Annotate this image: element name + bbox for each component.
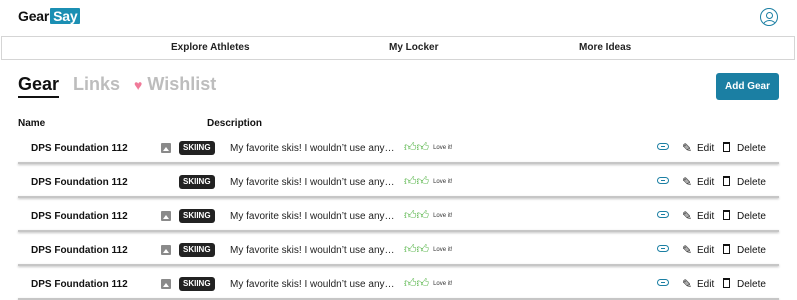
- row-divider: [18, 264, 779, 266]
- table-row[interactable]: DPS Foundation 112 SKIING My favorite skis…: [0, 202, 797, 232]
- reaction: 👍︎👍︎ Love it!: [404, 242, 452, 257]
- link-icon[interactable]: [657, 177, 669, 184]
- thumbs-up-icon: 👍︎👍︎: [404, 208, 430, 222]
- row-divider: [18, 196, 779, 198]
- delete-button[interactable]: Delete: [737, 177, 766, 188]
- gear-description: My favorite skis! I wouldn’t use any…: [230, 177, 395, 188]
- table-row[interactable]: DPS Foundation 112 SKIING My favorite skis…: [0, 270, 797, 300]
- nav-explore-athletes[interactable]: Explore Athletes: [171, 42, 250, 53]
- gear-name[interactable]: DPS Foundation 112: [31, 211, 128, 222]
- image-icon[interactable]: [161, 245, 171, 255]
- tab-links[interactable]: Links: [73, 74, 120, 95]
- image-icon[interactable]: [161, 279, 171, 289]
- thumbs-up-icon: 👍︎👍︎: [404, 140, 430, 154]
- reaction: 👍︎👍︎ Love it!: [404, 208, 452, 223]
- gear-description: My favorite skis! I wouldn’t use any…: [230, 279, 395, 290]
- link-icon[interactable]: [657, 245, 669, 252]
- edit-button[interactable]: Edit: [697, 279, 714, 290]
- thumbs-up-icon: 👍︎👍︎: [404, 242, 430, 256]
- trash-icon[interactable]: [723, 278, 730, 288]
- reaction-label: Love it!: [433, 178, 453, 185]
- tab-wishlist-label: Wishlist: [147, 74, 217, 94]
- delete-button[interactable]: Delete: [737, 143, 766, 154]
- sport-tag: SKIING: [179, 277, 215, 291]
- reaction: 👍︎👍︎ Love it!: [404, 276, 452, 291]
- thumbs-up-icon: 👍︎👍︎: [404, 276, 430, 290]
- gear-description: My favorite skis! I wouldn’t use any…: [230, 245, 395, 256]
- sport-tag: SKIING: [179, 175, 215, 189]
- trash-icon[interactable]: [723, 142, 730, 152]
- add-gear-button[interactable]: Add Gear: [716, 73, 779, 100]
- nav-my-locker[interactable]: My Locker: [389, 42, 438, 53]
- row-divider: [18, 230, 779, 232]
- thumbs-up-icon: 👍︎👍︎: [404, 174, 430, 188]
- gear-name[interactable]: DPS Foundation 112: [31, 177, 128, 188]
- gear-description: My favorite skis! I wouldn’t use any…: [230, 143, 395, 154]
- pencil-icon[interactable]: ✎: [682, 243, 692, 257]
- column-header-description: Description: [207, 118, 263, 129]
- delete-button[interactable]: Delete: [737, 245, 766, 256]
- delete-button[interactable]: Delete: [737, 279, 766, 290]
- pencil-icon[interactable]: ✎: [682, 175, 692, 189]
- table-row[interactable]: DPS Foundation 112 SKIING My favorite skis…: [0, 236, 797, 266]
- pencil-icon[interactable]: ✎: [682, 141, 692, 155]
- edit-button[interactable]: Edit: [697, 143, 714, 154]
- top-bar: Gear Say: [0, 0, 797, 36]
- gear-name[interactable]: DPS Foundation 112: [31, 143, 128, 154]
- nav-more-ideas[interactable]: More Ideas: [579, 42, 631, 53]
- reaction-label: Love it!: [433, 246, 453, 253]
- trash-icon[interactable]: [723, 244, 730, 254]
- sport-tag: SKIING: [179, 141, 215, 155]
- reaction-label: Love it!: [433, 144, 453, 151]
- locker-tabs: Gear Links ♥ Wishlist: [18, 74, 230, 100]
- row-divider: [18, 162, 779, 164]
- image-icon[interactable]: [161, 143, 171, 153]
- heart-icon: ♥: [134, 77, 143, 93]
- table-row[interactable]: DPS Foundation 112 SKIING My favorite skis…: [0, 134, 797, 164]
- pencil-icon[interactable]: ✎: [682, 277, 692, 291]
- link-icon[interactable]: [657, 211, 669, 218]
- gear-description: My favorite skis! I wouldn’t use any…: [230, 211, 395, 222]
- reaction-label: Love it!: [433, 280, 453, 287]
- main-nav: Explore Athletes My Locker More Ideas: [1, 36, 795, 60]
- edit-button[interactable]: Edit: [697, 245, 714, 256]
- trash-icon[interactable]: [723, 176, 730, 186]
- link-icon[interactable]: [657, 143, 669, 150]
- sport-tag: SKIING: [179, 243, 215, 257]
- gearsay-logo[interactable]: Gear Say: [18, 8, 81, 24]
- user-circle-icon[interactable]: [760, 8, 778, 26]
- tab-gear[interactable]: Gear: [18, 74, 60, 98]
- gear-name[interactable]: DPS Foundation 112: [31, 245, 128, 256]
- tab-wishlist[interactable]: ♥ Wishlist: [134, 74, 216, 95]
- reaction: 👍︎👍︎ Love it!: [404, 174, 452, 189]
- edit-button[interactable]: Edit: [697, 211, 714, 222]
- sport-tag: SKIING: [179, 209, 215, 223]
- column-header-name: Name: [18, 118, 46, 129]
- logo-gear-text: Gear: [18, 8, 50, 24]
- gear-name[interactable]: DPS Foundation 112: [31, 279, 128, 290]
- logo-say-text: Say: [50, 8, 81, 24]
- image-icon[interactable]: [161, 211, 171, 221]
- delete-button[interactable]: Delete: [737, 211, 766, 222]
- pencil-icon[interactable]: ✎: [682, 209, 692, 223]
- table-row[interactable]: DPS Foundation 112 SKIING My favorite skis…: [0, 168, 797, 198]
- edit-button[interactable]: Edit: [697, 177, 714, 188]
- reaction: 👍︎👍︎ Love it!: [404, 140, 452, 155]
- reaction-label: Love it!: [433, 212, 453, 219]
- trash-icon[interactable]: [723, 210, 730, 220]
